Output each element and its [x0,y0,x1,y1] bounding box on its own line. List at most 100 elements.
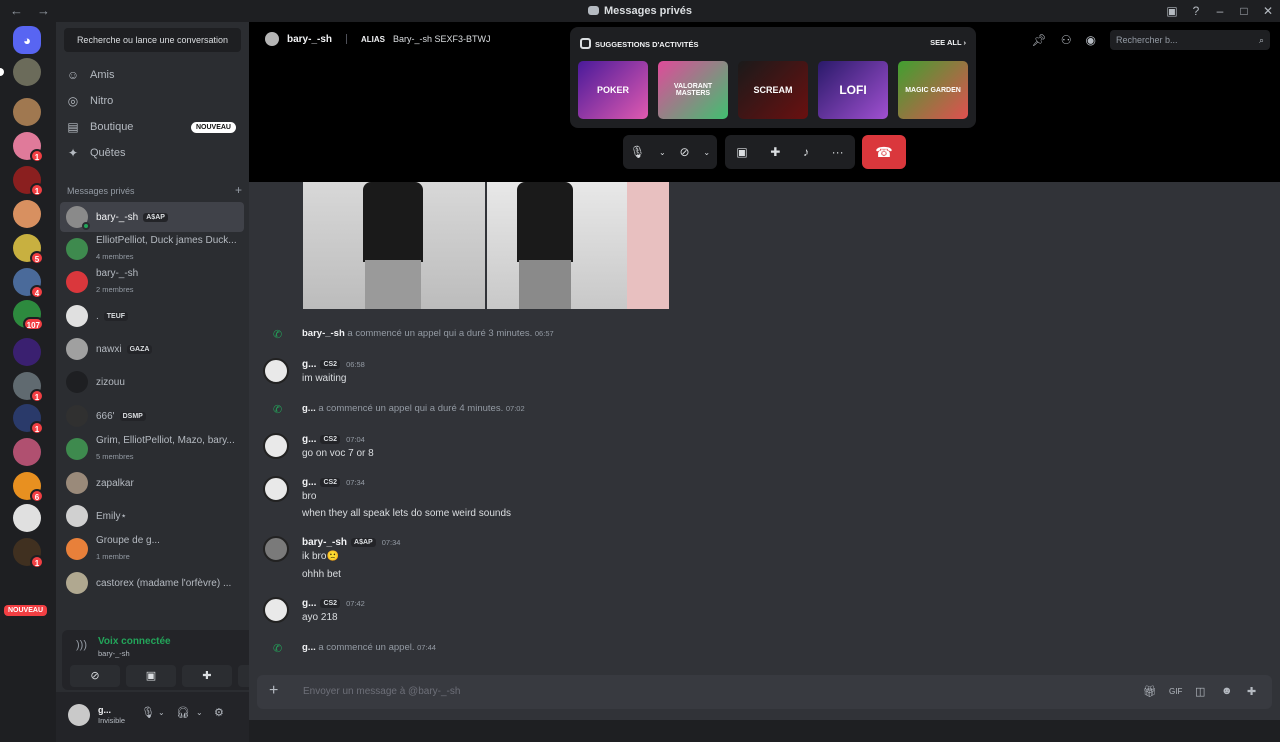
server-icon[interactable]: 1 [13,166,44,197]
camera-off-button[interactable]: ⊘ [70,665,120,687]
guild-tag: CS2 [320,360,341,369]
server-icon[interactable]: 1 [13,538,44,569]
message-author[interactable]: g... [302,598,316,609]
apps-icon[interactable]: ✚ [1247,685,1256,698]
server-icon[interactable]: 1 [13,132,44,163]
activity-tile-valorant[interactable]: VALORANT MASTERS [658,61,728,119]
headphones-icon[interactable]: 🎧︎ [176,706,190,719]
avatar[interactable] [263,476,289,502]
activity-tile-scream[interactable]: SCREAM [738,61,808,119]
minimize-button[interactable]: – [1208,4,1232,18]
server-icon[interactable]: 1 [13,404,44,435]
dm-item[interactable]: zizouu [60,367,244,397]
avatar[interactable] [263,358,289,384]
avatar[interactable] [68,704,90,726]
help-icon[interactable]: ? [1184,4,1208,18]
chevron-down-icon[interactable]: ⌄ [196,708,203,717]
dm-item[interactable]: ElliotPelliot, Duck james Duck... 4 membr… [60,234,244,264]
dm-item[interactable]: castorex (madame l'orfèvre) ... [60,568,244,598]
image-attachment[interactable] [487,182,669,309]
dm-item[interactable]: Emily⋆ [60,501,244,531]
chevron-down-icon[interactable]: ⌄ [158,708,165,717]
server-icon[interactable]: 6 [13,472,44,503]
settings-gear-icon[interactable]: ⚙ [214,706,224,719]
message-text: im waiting [302,373,347,384]
server-icon[interactable] [13,98,41,126]
microphone-icon[interactable]: 🎙︎ [141,706,155,719]
activity-tile-magic-garden[interactable]: MAGIC GARDEN [898,61,968,119]
message-author[interactable]: g... [302,359,316,370]
dm-item[interactable]: bary-_-sh A$AP [60,202,244,232]
call-actions: ▣ ✚ ♪ ··· [725,135,855,169]
dm-item[interactable]: Grim, ElliotPelliot, Mazo, bary... 5 memb… [60,434,244,464]
message-author[interactable]: g... [302,477,316,488]
hang-up-button[interactable]: ☎ [862,135,906,169]
activities-button[interactable]: ✚ [182,665,232,687]
chevron-down-icon[interactable]: ⌄ [703,148,710,157]
avatar[interactable] [263,536,289,562]
camera-off-button[interactable]: ⊘ [679,145,689,159]
avatar [66,371,88,393]
message-input[interactable]: Envoyer un message à @bary-_-sh [303,686,460,697]
server-icon[interactable] [13,438,41,466]
server-icon[interactable] [13,338,41,366]
discord-home-button[interactable]: ◕ [13,26,41,54]
pin-icon[interactable]: 📌︎ [1032,33,1047,47]
nav-shop[interactable]: ▤ Boutique NOUVEAU [64,114,244,140]
maximize-button[interactable]: □ [1232,4,1256,18]
new-badge: NOUVEAU [190,121,236,133]
search-input[interactable]: Rechercher b... ⌕ [1110,30,1270,50]
avatar [66,572,88,594]
call-system-message: ✆ bary-_-sh a commencé un appel qui a du… [273,328,554,341]
gift-icon[interactable]: 🎁︎ [1143,685,1157,698]
message-author[interactable]: bary-_-sh [302,537,347,548]
guild-tag: GAZA [126,344,153,354]
microphone-button[interactable]: 🎙︎ [630,145,645,159]
server-icon[interactable]: 5 [13,234,44,265]
dm-item[interactable]: . TEUF [60,301,244,331]
screenshare-button[interactable]: ▣ [126,665,176,687]
add-friend-icon[interactable]: ⚇ [1061,33,1072,47]
activity-tile-lofi[interactable]: LOFI [818,61,888,119]
avatar[interactable] [263,433,289,459]
user-status: Invisible [98,716,126,725]
call-system-message: ✆ g... a commencé un appel qui a duré 4 … [273,403,525,416]
dm-item[interactable]: Groupe de g... 1 membre [60,534,244,564]
server-icon[interactable] [0,58,41,86]
gif-icon[interactable]: GIF [1169,687,1182,696]
chevron-down-icon[interactable]: ⌄ [659,148,666,157]
avatar[interactable] [263,597,289,623]
nav-friends[interactable]: ☺ Amis [64,62,244,88]
new-badge: NOUVEAU [4,605,48,616]
message-author[interactable]: g... [302,434,316,445]
dm-item[interactable]: zapalkar [60,468,244,498]
activity-tile-poker[interactable]: POKER [578,61,648,119]
attach-plus-icon[interactable]: + [269,682,278,700]
activities-button[interactable]: ✚ [770,145,780,159]
sticker-icon[interactable]: ◫ [1195,685,1205,698]
server-icon[interactable] [13,200,41,228]
avatar [66,405,88,427]
more-options-button[interactable]: ··· [832,145,844,159]
dm-item[interactable]: nawxi GAZA [60,334,244,364]
add-dm-icon[interactable]: + [235,184,242,196]
nav-nitro[interactable]: ◎ Nitro [64,88,244,114]
avatar [66,206,90,230]
soundboard-button[interactable]: ♪ [803,145,809,159]
image-attachment[interactable] [303,182,485,309]
close-button[interactable]: ✕ [1256,4,1280,18]
dm-item[interactable]: 666' DSMP [60,401,244,431]
emoji-icon[interactable]: ☻ [1221,685,1233,697]
message-timestamp: 07:04 [346,435,365,444]
profile-icon[interactable]: ◉ [1086,33,1096,47]
server-icon[interactable]: 1 [13,372,44,403]
nav-quests[interactable]: ✦ Quêtes [64,140,244,166]
search-conversation-button[interactable]: Recherche ou lance une conversation [64,28,241,52]
see-all-link[interactable]: SEE ALL › [930,38,966,47]
screen-icon[interactable]: ▣ [1160,4,1184,18]
server-icon[interactable] [13,504,41,532]
dm-item[interactable]: bary-_-sh 2 membres [60,267,244,297]
screenshare-button[interactable]: ▣ [736,145,747,159]
server-icon[interactable]: 4 [13,268,44,299]
server-icon[interactable]: 107 [13,300,44,331]
